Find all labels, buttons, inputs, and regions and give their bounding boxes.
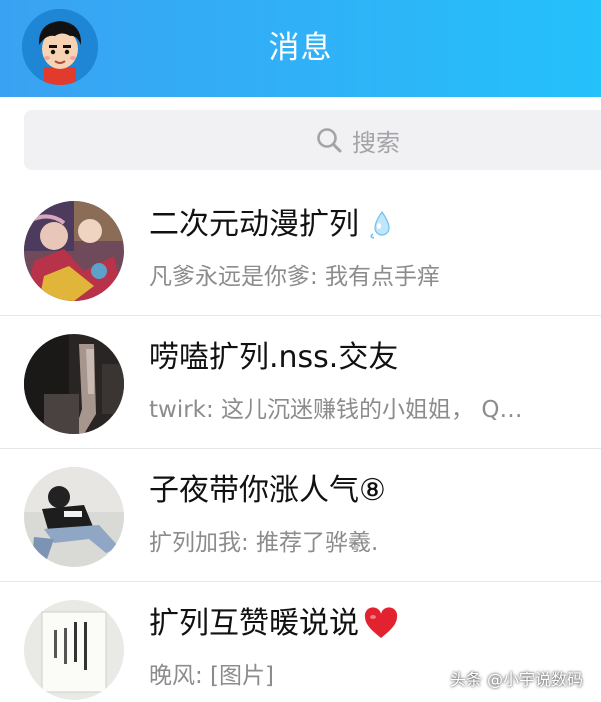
- conversation-avatar: [24, 334, 124, 434]
- conversation-avatar: [24, 600, 124, 700]
- conversation-item[interactable]: 二次元动漫扩列 凡爹永远是你爹: 我有点手痒: [0, 183, 601, 316]
- sitting-person-avatar-icon: [24, 467, 124, 567]
- conversation-title: 子夜带你涨人气⑧: [149, 469, 386, 513]
- search-inner: 搜索: [314, 110, 400, 170]
- conversation-item[interactable]: 唠嗑扩列.nss.交友 twirk: 这儿沉迷赚钱的小姐姐， Q…: [0, 316, 601, 449]
- messages-screen: 消息 搜索 二次元动漫扩列 凡爹永远是你爹: 我有点手痒 唠嗑扩列.nss.交友…: [0, 0, 601, 702]
- conversation-title-text: 二次元动漫扩列: [149, 207, 359, 242]
- red-heart-emoji-icon: [364, 607, 398, 638]
- conversation-avatar: [24, 467, 124, 567]
- watermark: 头条 @小宇说数码: [449, 670, 583, 689]
- search-area: 搜索: [0, 97, 601, 183]
- conversation-title-text: 唠嗑扩列.nss.交友: [149, 340, 399, 375]
- water-drop-emoji-icon: [370, 210, 390, 239]
- conversation-item[interactable]: 子夜带你涨人气⑧ 扩列加我: 推荐了骅羲.: [0, 449, 601, 582]
- anime-group-avatar-icon: [24, 201, 124, 301]
- conversation-title-text: 子夜带你涨人气⑧: [149, 473, 386, 508]
- dark-photo-avatar-icon: [24, 334, 124, 434]
- conversation-preview: 凡爹永远是你爹: 我有点手痒: [149, 264, 441, 290]
- search-placeholder: 搜索: [352, 128, 400, 157]
- conversation-avatar: [24, 201, 124, 301]
- top-bar: 消息: [0, 0, 601, 97]
- page-title: 消息: [268, 30, 333, 66]
- search-input[interactable]: 搜索: [24, 110, 601, 170]
- search-icon: [317, 128, 342, 153]
- conversation-preview: 扩列加我: 推荐了骅羲.: [149, 530, 379, 556]
- conversation-preview: twirk: 这儿沉迷赚钱的小姐姐， Q…: [149, 397, 523, 423]
- conversation-title: 唠嗑扩列.nss.交友: [149, 336, 398, 380]
- conversation-title: 二次元动漫扩列: [149, 203, 399, 247]
- conversation-title-text: 扩列互赞暖说说: [149, 606, 359, 641]
- conversation-title: 扩列互赞暖说说: [149, 602, 399, 646]
- book-page-avatar-icon: [24, 600, 124, 700]
